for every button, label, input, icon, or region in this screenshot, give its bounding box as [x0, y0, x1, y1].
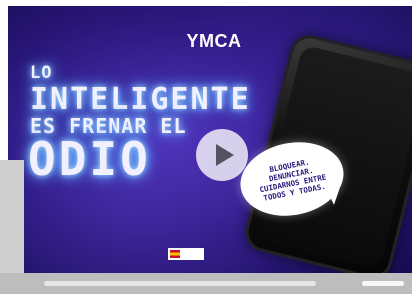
headline-line-1: LO — [30, 63, 53, 83]
volume-slider[interactable] — [362, 281, 404, 286]
headline-line-4: ODIO — [28, 132, 151, 186]
progress-bar[interactable] — [44, 281, 316, 286]
funding-banner — [168, 246, 298, 262]
left-panel — [0, 160, 24, 276]
headline-line-2: INTELIGENTE — [30, 82, 251, 117]
government-logo — [168, 248, 204, 260]
ymca-logo: YMCA — [186, 31, 242, 51]
video-page: YMCA LO INTELIGENTE ES FRENAR EL ODIO BL… — [0, 0, 412, 294]
video-player[interactable]: YMCA LO INTELIGENTE ES FRENAR EL ODIO BL… — [8, 6, 412, 294]
play-icon[interactable] — [216, 144, 234, 166]
volume-fill — [362, 281, 404, 286]
play-button[interactable] — [196, 129, 248, 181]
